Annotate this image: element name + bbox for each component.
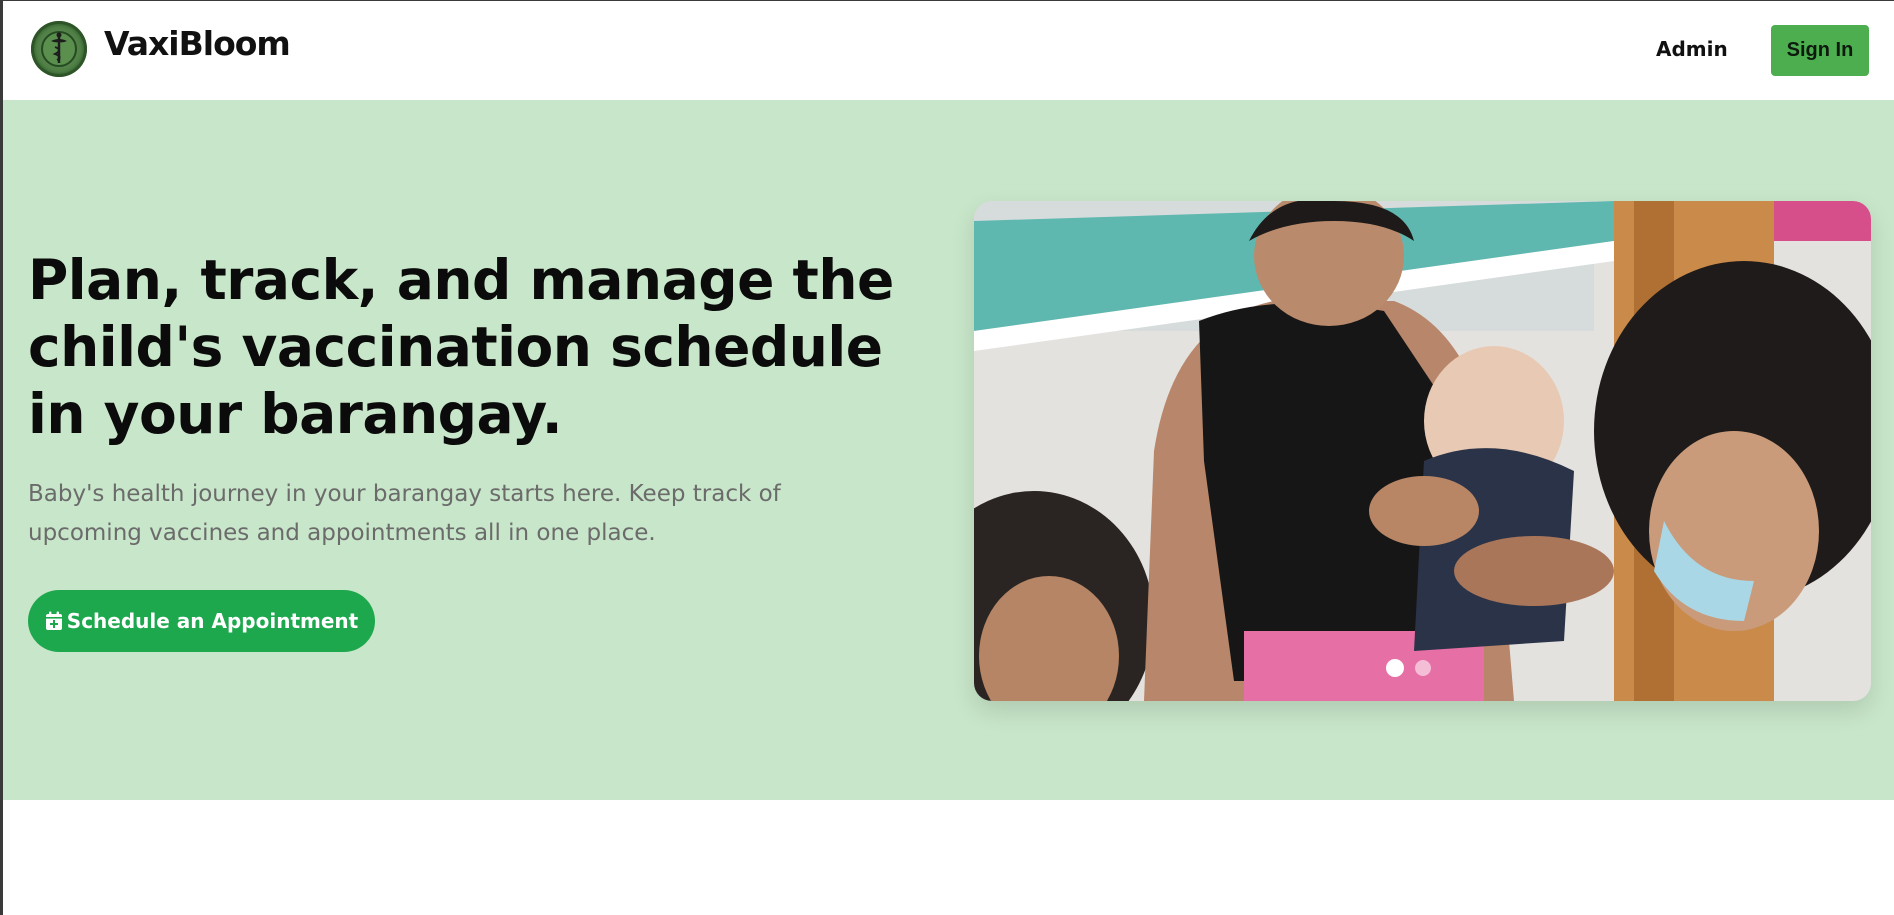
brand-name[interactable]: VaxiBloom: [104, 24, 291, 63]
navbar: VaxiBloom Admin Sign In: [3, 1, 1894, 100]
hero-section: Plan, track, and manage the child's vacc…: [3, 100, 1894, 800]
hero-title: Plan, track, and manage the child's vacc…: [28, 248, 894, 446]
nav-admin-link[interactable]: Admin: [1656, 37, 1728, 61]
carousel-dot-2[interactable]: [1415, 660, 1431, 676]
image-carousel[interactable]: [974, 201, 1871, 701]
sign-in-button[interactable]: Sign In: [1771, 25, 1869, 76]
calendar-plus-icon: [45, 611, 63, 631]
caduceus-icon: [41, 31, 77, 67]
schedule-appointment-button[interactable]: Schedule an Appointment: [28, 590, 375, 652]
hero-subtitle: Baby's health journey in your barangay s…: [28, 481, 781, 546]
schedule-appointment-label: Schedule an Appointment: [66, 609, 359, 633]
vaccination-photo: [974, 201, 1871, 701]
brand-logo[interactable]: [31, 21, 87, 77]
browser-viewport: VaxiBloom Admin Sign In Plan, track, and…: [3, 1, 1894, 915]
carousel-dot-1[interactable]: [1386, 659, 1404, 677]
